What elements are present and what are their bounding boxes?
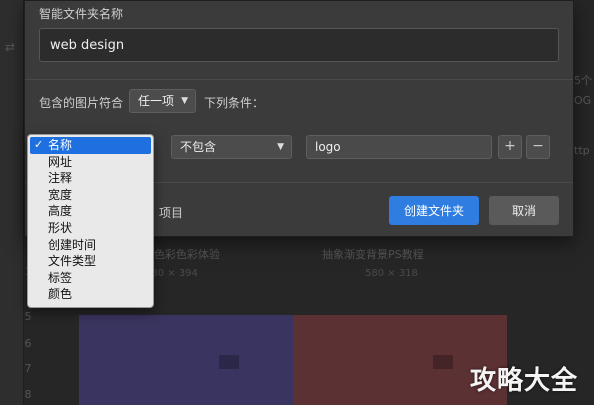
cancel-button[interactable]: 取消: [489, 196, 559, 225]
dropdown-arrow-icon: ▼: [277, 142, 284, 152]
condition-value-input[interactable]: [306, 135, 492, 159]
menu-item-notes[interactable]: 注释: [28, 170, 153, 187]
menu-item-label: 创建时间: [48, 237, 97, 252]
field-dropdown-menu: ✓ 名称 网址 注释 宽度 高度 形状 创建时间 文件类型 标签 颜色: [27, 134, 154, 308]
swap-icon: ⇄: [5, 40, 16, 54]
remove-condition-button[interactable]: −: [526, 135, 550, 159]
card-title: 抽象渐变背景PS教程: [322, 248, 424, 261]
condition-prefix-label: 包含的图片符合: [39, 96, 124, 110]
menu-item-label: 宽度: [48, 187, 73, 202]
folder-name-input[interactable]: [39, 28, 559, 62]
menu-item-label: 文件类型: [48, 254, 97, 269]
divider: [25, 79, 573, 80]
menu-item-label: 标签: [48, 270, 73, 285]
background-text: ttp: [574, 144, 590, 157]
add-condition-button[interactable]: +: [498, 135, 522, 159]
option-label: 项目: [159, 206, 184, 220]
menu-item-height[interactable]: 高度: [28, 203, 153, 220]
row-number: 8: [24, 388, 32, 401]
menu-item-file-type[interactable]: 文件类型: [28, 253, 153, 270]
match-mode-select[interactable]: 任一项 ▼: [129, 89, 196, 113]
background-text: 5个: [574, 74, 592, 87]
card-size: 580 × 318: [365, 268, 418, 279]
menu-item-label: 高度: [48, 204, 73, 219]
menu-item-label: 形状: [48, 220, 73, 235]
condition-suffix-label: 下列条件：: [204, 96, 265, 110]
watermark-text: 攻略大全: [470, 366, 579, 396]
row-number: 7: [24, 362, 32, 375]
match-mode-value: 任一项: [138, 94, 175, 108]
menu-item-label: 网址: [48, 154, 73, 169]
row-number: 5: [24, 310, 32, 323]
menu-item-url[interactable]: 网址: [28, 154, 153, 171]
operator-select[interactable]: 不包含 ▼: [171, 135, 292, 159]
background-text: OG: [574, 94, 592, 107]
operator-value: 不包含: [180, 140, 217, 154]
menu-item-label: 名称: [48, 138, 73, 152]
menu-item-tags[interactable]: 标签: [28, 270, 153, 287]
menu-item-name[interactable]: ✓ 名称: [30, 137, 151, 154]
dropdown-arrow-icon: ▼: [181, 96, 188, 106]
menu-item-label: 颜色: [48, 287, 73, 302]
menu-item-width[interactable]: 宽度: [28, 187, 153, 204]
create-folder-button[interactable]: 创建文件夹: [389, 196, 479, 225]
folder-name-label: 智能文件夹名称: [39, 7, 124, 21]
menu-item-shape[interactable]: 形状: [28, 220, 153, 237]
card-title: f色彩色彩体验: [150, 248, 220, 261]
menu-item-created-time[interactable]: 创建时间: [28, 237, 153, 254]
row-number: 6: [24, 337, 32, 350]
thumbnail: [79, 315, 293, 405]
menu-item-color[interactable]: 颜色: [28, 286, 153, 303]
menu-item-label: 注释: [48, 171, 73, 186]
checkmark-icon: ✓: [34, 138, 44, 151]
